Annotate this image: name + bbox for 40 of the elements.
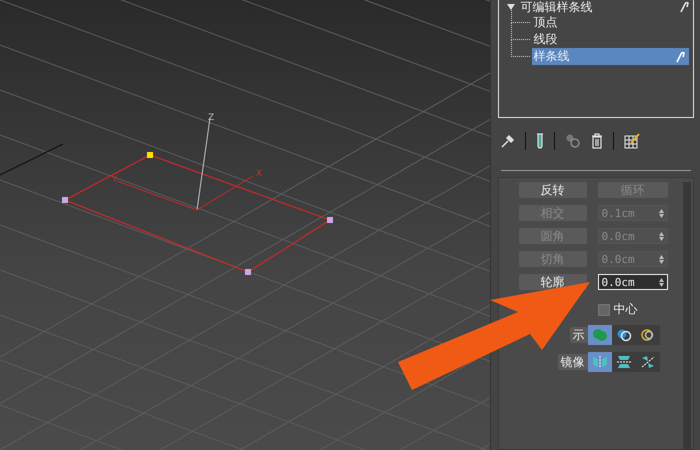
trash-icon[interactable] xyxy=(590,133,602,149)
vertex-handle[interactable] xyxy=(327,217,333,223)
spinner-arrows-icon[interactable] xyxy=(658,254,664,264)
axis-label: X xyxy=(256,169,262,179)
checkbox[interactable] xyxy=(598,304,610,316)
spinner-arrows-icon[interactable] xyxy=(658,278,664,286)
checkbox-label: 中心 xyxy=(614,301,638,318)
toggle-button[interactable] xyxy=(636,352,660,372)
test-tube-icon[interactable] xyxy=(536,133,544,149)
spinner-field[interactable]: 0.0cm xyxy=(598,274,668,290)
vertex-handle[interactable] xyxy=(147,152,153,158)
vertex-handle[interactable] xyxy=(62,197,68,203)
overlapping-circles-icon xyxy=(616,328,632,342)
tool-button[interactable]: 反转 xyxy=(518,182,586,198)
circles-icon[interactable] xyxy=(564,133,580,149)
spinner-arrows-icon[interactable] xyxy=(658,232,664,240)
stack-item[interactable]: 样条线 xyxy=(532,48,688,65)
modifier-title[interactable]: 可编辑样条线 xyxy=(520,0,592,16)
toggle-button[interactable] xyxy=(636,325,660,345)
toggle-button[interactable] xyxy=(588,325,612,345)
toggle-button[interactable] xyxy=(588,352,612,372)
axis-label: Y xyxy=(112,175,118,185)
stack-item[interactable]: 顶点 xyxy=(532,14,688,31)
edit-grid-icon[interactable] xyxy=(624,133,640,149)
toggle-button[interactable] xyxy=(612,325,636,345)
mirror-icon xyxy=(616,355,632,369)
overlapping-ovals-icon xyxy=(592,328,608,342)
intersecting-circles-icon xyxy=(640,328,656,342)
tool-button[interactable]: 示 xyxy=(570,327,588,343)
stack-item[interactable]: 线段 xyxy=(532,31,688,48)
mirror-icon xyxy=(592,355,608,369)
tree-connector-line xyxy=(510,22,530,40)
world-axis-line xyxy=(0,143,64,176)
mirror-icon xyxy=(640,355,656,369)
tree-connector-line xyxy=(510,39,530,57)
tool-button[interactable]: 镜像 xyxy=(558,354,588,370)
spinner-arrows-icon[interactable] xyxy=(658,208,664,218)
toggle-button[interactable] xyxy=(612,352,636,372)
expand-triangle-icon[interactable] xyxy=(506,4,514,10)
vertex-handle[interactable] xyxy=(245,269,251,275)
